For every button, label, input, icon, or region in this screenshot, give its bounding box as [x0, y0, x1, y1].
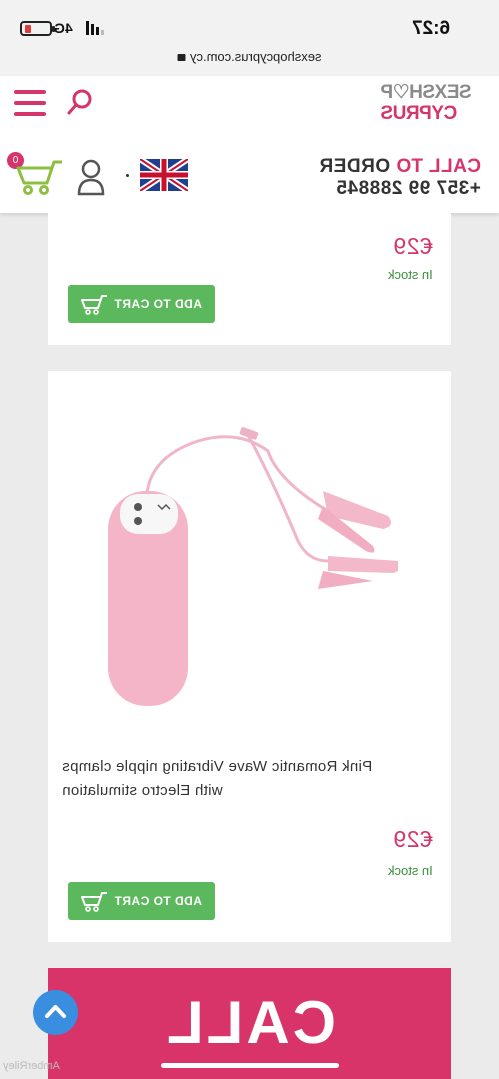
user-icon[interactable] — [76, 158, 106, 196]
product-price: €29 — [393, 233, 433, 259]
battery-icon — [20, 21, 55, 36]
add-to-cart-button[interactable]: ADD TO CART — [68, 882, 215, 920]
add-to-cart-button[interactable]: ADD TO CART — [68, 285, 215, 323]
product-title[interactable]: Pink Romantic Wave Vibrating nipple clam… — [62, 755, 435, 803]
phone-number[interactable]: +357 99 288845 — [336, 178, 481, 200]
product-image[interactable] — [98, 421, 398, 711]
stock-status: In stock — [388, 863, 433, 878]
separator-dot — [126, 174, 129, 177]
url-text: sexshopcyprus.com.cy — [189, 49, 322, 64]
product-price: €29 — [393, 826, 433, 852]
site-header: SEXSH♡P CYPRUS 0 CALL TO ORDER +357 99 2… — [0, 76, 499, 213]
product-card: €29 In stock ADD TO CART — [48, 213, 451, 345]
clock: 6:27 — [412, 18, 451, 39]
cart-icon[interactable] — [14, 156, 64, 196]
site-logo[interactable]: SEXSH♡P CYPRUS — [381, 82, 481, 132]
status-bar: 4G 6:27 — [0, 0, 499, 46]
cart-icon — [81, 892, 107, 912]
address-bar[interactable]: sexshopcyprus.com.cy — [0, 46, 499, 76]
call-to-order[interactable]: CALL TO ORDER — [319, 156, 481, 178]
menu-icon[interactable] — [14, 90, 46, 116]
flag-uk-icon[interactable] — [140, 159, 188, 191]
watermark: AmberRiley — [3, 1060, 60, 1072]
scroll-to-top-button[interactable] — [33, 990, 78, 1035]
chevron-up-icon — [45, 1005, 66, 1018]
lock-icon — [177, 54, 186, 61]
network-type: 4G — [54, 20, 73, 36]
cart-icon — [81, 295, 107, 315]
search-icon[interactable] — [66, 88, 94, 116]
stock-status: In stock — [388, 267, 433, 282]
signal-icon — [86, 21, 104, 35]
product-card: Pink Romantic Wave Vibrating nipple clam… — [48, 371, 451, 942]
home-indicator — [161, 1063, 339, 1068]
